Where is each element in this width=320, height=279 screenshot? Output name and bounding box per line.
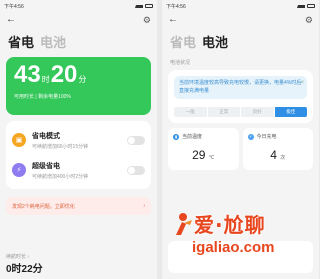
hours-value: 43 (14, 61, 41, 88)
endurance-summary[interactable]: 续航时长 › 0时22分 (6, 253, 43, 275)
battery-health-panel: 当前环境温度较高导致充电较慢，请更换，电量4%时后直接充满电量 × 一般 正常 … (168, 70, 313, 123)
notice-text: 当前环境温度较高导致充电较慢，请更换，电量4%时后直接充满电量 (179, 80, 302, 94)
endurance-label: 续航时长 › (6, 254, 30, 260)
stat-label: 今日充电 (256, 134, 277, 140)
charging-notice: 当前环境温度较高导致充电较慢，请更换，电量4%时后直接充满电量 × (174, 76, 307, 99)
stats-row: ▮ 当前温度 29 ℃ ⚡ 今日充电 4 次 (168, 128, 313, 170)
mode-desc: 可续航增加66小时15分钟 (32, 143, 89, 150)
segment-fair: 一般 (174, 107, 207, 117)
mode-row-power-saving[interactable]: ▣ 省电模式 可续航增加66小时15分钟 (12, 125, 145, 155)
back-arrow-icon[interactable]: ← (168, 15, 178, 25)
bolt-icon: ⚡ (12, 163, 26, 177)
status-bar: 下午4:56 (0, 0, 157, 12)
stat-value: 4 (270, 148, 277, 162)
issue-tip-banner[interactable]: 发现2个耗电问题，立即优化 › (6, 197, 151, 215)
tip-text: 发现2个耗电问题，立即优化 (12, 203, 75, 210)
watermark-logo-icon (176, 213, 192, 235)
stat-value: 29 (192, 148, 206, 162)
lock-icon: ▣ (12, 133, 26, 147)
super-saving-toggle[interactable] (127, 165, 145, 175)
watermark-title: 爱·尬聊 (194, 213, 266, 237)
battery-icon (145, 4, 153, 8)
close-icon[interactable]: × (300, 79, 304, 88)
tab-power-saving[interactable]: 省电 (8, 32, 34, 51)
battery-icon (307, 4, 315, 8)
left-screen: 下午4:56 ← ⚙ 省电 电池 43 时 20 分 可用时长 | 剩余电量10… (0, 0, 157, 279)
status-bar: 下午4:56 (162, 0, 319, 12)
signal-icon (297, 4, 305, 8)
top-bar: ← ⚙ (0, 12, 157, 28)
minutes-value: 20 (50, 61, 78, 88)
tab-bar: 省电 电池 (162, 28, 319, 57)
endurance-value: 0时22分 (6, 264, 43, 275)
health-segment-bar: 一般 正常 良好 极佳 (174, 107, 307, 117)
charge-icon: ⚡ (247, 133, 254, 140)
signal-icon (135, 4, 143, 8)
stat-charges: ⚡ 今日充电 4 次 (242, 128, 313, 170)
segment-excellent: 极佳 (274, 107, 307, 117)
mode-title: 超级省电 (32, 162, 60, 170)
status-icons (297, 4, 315, 8)
gear-icon[interactable]: ⚙ (305, 15, 313, 26)
battery-time-card: 43 时 20 分 可用时长 | 剩余电量100% (6, 57, 151, 115)
gear-icon[interactable]: ⚙ (143, 15, 151, 26)
tab-power-saving[interactable]: 省电 (170, 32, 196, 51)
mode-title: 省电模式 (32, 132, 60, 140)
screenshot-root: 下午4:56 ← ⚙ 省电 电池 43 时 20 分 可用时长 | 剩余电量10… (0, 0, 319, 279)
thermometer-icon: ▮ (173, 133, 179, 140)
top-bar: ← ⚙ (162, 12, 319, 28)
modes-card: ▣ 省电模式 可续航增加66小时15分钟 ⚡ 超级省电 可续航增加400小时2分… (6, 121, 151, 189)
status-time: 下午4:56 (4, 3, 24, 10)
power-saving-toggle[interactable] (127, 135, 145, 145)
status-time: 下午4:56 (166, 3, 186, 10)
mode-row-super-saving[interactable]: ⚡ 超级省电 可续航增加400小时2分钟 (12, 155, 145, 185)
stat-temperature: ▮ 当前温度 29 ℃ (168, 128, 239, 170)
stat-unit: ℃ (208, 155, 215, 161)
status-icons (135, 4, 153, 8)
chevron-right-icon: › (143, 203, 145, 209)
remaining-time: 43 时 20 分 (14, 63, 143, 87)
tab-battery[interactable]: 电池 (202, 32, 228, 51)
section-label: 电池状况 (170, 60, 191, 66)
watermark-url: igaliao.com (192, 239, 275, 256)
back-arrow-icon[interactable]: ← (6, 15, 16, 25)
segment-normal: 正常 (207, 107, 240, 117)
battery-subtitle: 可用时长 | 剩余电量100% (14, 94, 71, 100)
minutes-unit: 分 (78, 75, 87, 84)
stat-unit: 次 (280, 155, 286, 161)
hours-unit: 时 (41, 75, 50, 84)
tab-bar: 省电 电池 (0, 28, 157, 57)
mode-desc: 可续航增加400小时2分钟 (32, 173, 89, 180)
stat-label: 当前温度 (182, 134, 203, 140)
watermark: 爱·尬聊 igaliao.com (172, 205, 317, 275)
segment-good: 良好 (241, 107, 274, 117)
tab-battery[interactable]: 电池 (40, 32, 66, 51)
